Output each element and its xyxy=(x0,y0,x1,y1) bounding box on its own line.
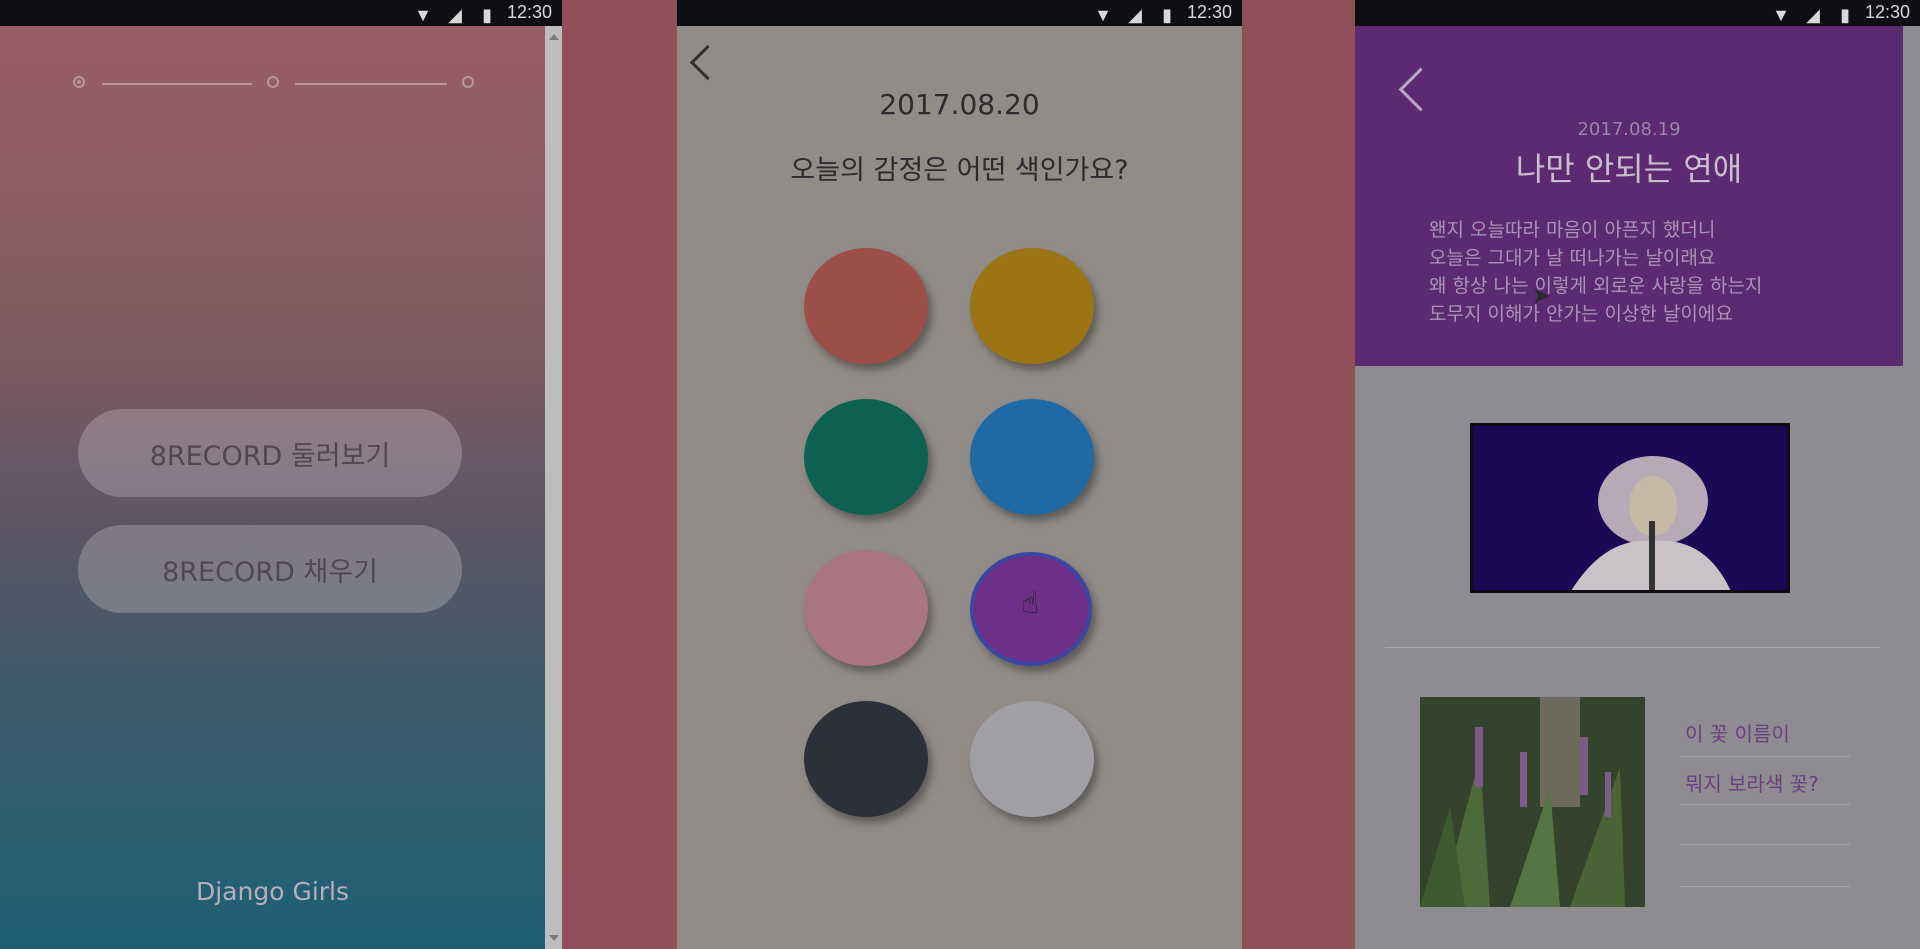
back-arrow-icon[interactable] xyxy=(689,44,726,81)
song-lyrics: 왠지 오늘따라 마음이 아픈지 했더니 오늘은 그대가 날 떠나가는 날이래요 … xyxy=(1429,216,1762,328)
lyrics-line: 오늘은 그대가 날 떠나가는 날이래요 xyxy=(1429,247,1716,269)
divider xyxy=(1680,886,1850,887)
song-header: 2017.08.19 나만 안되는 연애 왠지 오늘따라 마음이 아픈지 했더니… xyxy=(1355,26,1903,366)
signal-icon: ◢ xyxy=(1806,5,1820,25)
lyrics-line: 도무지 이해가 안가는 이상한 날이에요 xyxy=(1429,303,1733,325)
color-swatch-light-gray[interactable] xyxy=(970,701,1094,817)
color-swatch-green[interactable] xyxy=(804,399,928,515)
status-time: 12:30 xyxy=(1186,2,1232,22)
divider xyxy=(1385,647,1880,648)
battery-icon: ▮ xyxy=(1840,5,1850,25)
concert-photo[interactable] xyxy=(1470,423,1790,593)
divider xyxy=(1680,844,1850,845)
color-swatch-blue[interactable] xyxy=(970,399,1094,515)
back-arrow-icon[interactable] xyxy=(1398,67,1443,112)
status-time: 12:30 xyxy=(506,2,552,22)
signal-icon: ◢ xyxy=(448,5,462,25)
intro-screen: 8RECORD 둘러보기 8RECORD 채우기 Django Girls xyxy=(0,26,545,949)
step-connector xyxy=(295,83,447,85)
lyrics-line: 왠지 오늘따라 마음이 아픈지 했더니 xyxy=(1429,219,1716,241)
purple-flower-photo[interactable] xyxy=(1420,697,1645,907)
arrow-cursor-icon: ➤ xyxy=(1532,284,1551,309)
lyrics-line: 왜 항상 나는 이렇게 외로운 사랑을 하는지 xyxy=(1429,275,1763,297)
emotion-question: 오늘의 감정은 어떤 색인가요? xyxy=(790,155,1129,186)
step-indicator-3 xyxy=(462,76,474,88)
divider xyxy=(1680,804,1850,805)
step-indicator-1 xyxy=(73,76,85,88)
color-swatch-black[interactable] xyxy=(804,701,928,817)
song-title: 나만 안되는 연애 xyxy=(1515,150,1743,188)
divider xyxy=(1680,756,1850,757)
wifi-icon: ▼ xyxy=(414,5,432,25)
wifi-icon: ▼ xyxy=(1094,5,1112,25)
entry-date: 2017.08.20 xyxy=(879,88,1040,121)
status-time: 12:30 xyxy=(1864,2,1910,22)
link-flower-name[interactable]: 이 꽃 이름이 xyxy=(1685,718,1790,747)
signal-icon: ◢ xyxy=(1128,5,1142,25)
wifi-icon: ▼ xyxy=(1772,5,1790,25)
hand-cursor-icon: ☝ xyxy=(1021,586,1040,621)
link-purple-flower[interactable]: 뭐지 보라색 꽃? xyxy=(1685,768,1819,797)
step-indicator-2 xyxy=(267,76,279,88)
battery-icon: ▮ xyxy=(482,5,492,25)
battery-icon: ▮ xyxy=(1162,5,1172,25)
record-detail-screen: 2017.08.19 나만 안되는 연애 왠지 오늘따라 마음이 아픈지 했더니… xyxy=(1355,26,1920,949)
browse-8record-button[interactable]: 8RECORD 둘러보기 xyxy=(78,409,462,497)
status-bar-2: ▼ ◢ ▮ 12:30 xyxy=(677,0,1242,26)
color-swatch-yellow[interactable] xyxy=(970,248,1094,364)
status-bar-3: ▼ ◢ ▮ 12:30 xyxy=(1355,0,1920,26)
scrollbar-1[interactable] xyxy=(545,26,562,949)
song-date: 2017.08.19 xyxy=(1577,119,1681,140)
fill-8record-button[interactable]: 8RECORD 채우기 xyxy=(78,525,462,613)
status-bar-1: ▼ ◢ ▮ 12:30 xyxy=(0,0,562,26)
color-swatch-pink[interactable] xyxy=(804,550,928,666)
step-connector xyxy=(102,83,252,85)
color-picker-screen: 2017.08.20 오늘의 감정은 어떤 색인가요? ☝ xyxy=(677,26,1242,949)
footer-brand: Django Girls xyxy=(195,877,350,906)
color-swatch-red[interactable] xyxy=(804,248,928,364)
